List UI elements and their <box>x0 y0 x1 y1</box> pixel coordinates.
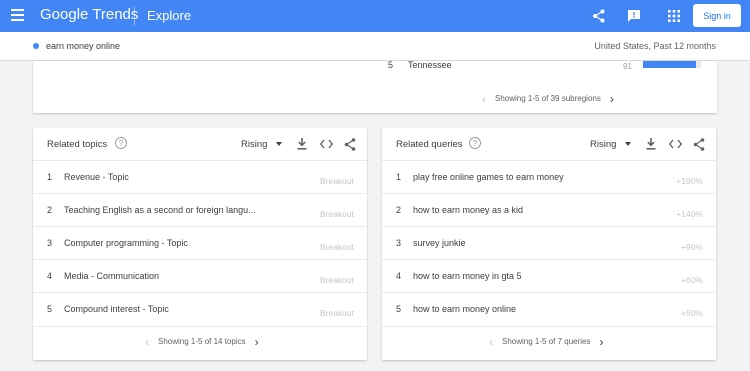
item-label[interactable]: how to earn money online <box>413 304 618 314</box>
filter-select[interactable]: Rising <box>241 139 267 150</box>
divider <box>382 326 716 327</box>
queries-pager: ‹ Showing 1-5 of 7 queries › <box>480 336 613 348</box>
header-divider <box>134 7 135 25</box>
item-value: Breakout <box>319 176 354 186</box>
share-icon[interactable] <box>590 7 608 25</box>
list-item[interactable]: 4 Media - Communication Breakout <box>33 259 367 292</box>
top-app-bar: Google Trends Explore Sign in <box>0 0 750 32</box>
search-term[interactable]: earn money online <box>46 41 120 51</box>
item-value: +50% <box>681 308 703 318</box>
prev-page-icon[interactable]: ‹ <box>480 336 502 348</box>
item-rank: 2 <box>47 205 53 215</box>
menu-icon[interactable] <box>11 9 24 21</box>
help-icon[interactable]: ? <box>469 137 481 149</box>
dropdown-caret-icon[interactable] <box>276 142 282 146</box>
topics-pager-label: Showing 1-5 of 14 topics <box>158 337 246 346</box>
card-header: Related topics ? Rising <box>33 128 367 160</box>
list-item[interactable]: 4 how to earn money in gta 5 +60% <box>382 259 716 292</box>
item-label[interactable]: Computer programming - Topic <box>64 238 269 248</box>
item-value: +90% <box>681 242 703 252</box>
item-rank: 1 <box>47 172 53 182</box>
help-icon[interactable]: ? <box>115 137 127 149</box>
subregion-pager: ‹ Showing 1-5 of 39 subregions › <box>473 93 623 105</box>
item-value: +190% <box>676 176 703 186</box>
search-term-bar: earn money online United States, Past 12… <box>0 32 750 61</box>
share-icon[interactable] <box>692 137 706 151</box>
item-label[interactable]: play free online games to earn money <box>413 172 618 182</box>
item-label[interactable]: how to earn money in gta 5 <box>413 271 618 281</box>
download-icon[interactable] <box>295 137 309 151</box>
list-item[interactable]: 2 Teaching English as a second or foreign… <box>33 193 367 226</box>
related-queries-card: Related queries ? Rising 1 play free onli… <box>382 128 716 360</box>
embed-code-icon[interactable] <box>668 137 682 151</box>
subregion-value: 91 <box>623 62 632 71</box>
item-label[interactable]: Teaching English as a second or foreign … <box>64 205 269 215</box>
apps-icon[interactable] <box>665 7 683 25</box>
list-item[interactable]: 1 play free online games to earn money +19… <box>382 160 716 193</box>
embed-code-icon[interactable] <box>319 137 333 151</box>
related-topics-card: Related topics ? Rising 1 Revenue - Topic… <box>33 128 367 360</box>
item-rank: 3 <box>47 238 53 248</box>
item-value: Breakout <box>319 275 354 285</box>
item-label[interactable]: Revenue - Topic <box>64 172 269 182</box>
filter-select[interactable]: Rising <box>590 139 616 150</box>
list-item[interactable]: 3 Computer programming - Topic Breakout <box>33 226 367 259</box>
queries-pager-label: Showing 1-5 of 7 queries <box>502 337 591 346</box>
card-header: Related queries ? Rising <box>382 128 716 160</box>
list-item[interactable]: 1 Revenue - Topic Breakout <box>33 160 367 193</box>
item-value: Breakout <box>319 242 354 252</box>
item-label[interactable]: how to earn money as a kid <box>413 205 618 215</box>
item-value: Breakout <box>319 308 354 318</box>
item-rank: 3 <box>396 238 402 248</box>
item-label[interactable]: survey junkie <box>413 238 618 248</box>
dropdown-caret-icon[interactable] <box>625 142 631 146</box>
sign-in-button[interactable]: Sign in <box>693 4 741 27</box>
list-item[interactable]: 2 how to earn money as a kid +140% <box>382 193 716 226</box>
list-item[interactable]: 5 how to earn money online +50% <box>382 292 716 325</box>
next-page-icon[interactable]: › <box>591 336 613 348</box>
card-title: Related topics <box>47 139 108 150</box>
list-item[interactable]: 5 Compound interest - Topic Breakout <box>33 292 367 325</box>
item-value: +60% <box>681 275 703 285</box>
item-label[interactable]: Compound interest - Topic <box>64 304 269 314</box>
topics-list: 1 Revenue - Topic Breakout 2 Teaching Engli… <box>33 160 367 325</box>
queries-list: 1 play free online games to earn money +19… <box>382 160 716 325</box>
brand-logo[interactable]: Google Trends <box>40 6 138 23</box>
subregion-name[interactable]: Tennessee <box>408 61 452 70</box>
item-value: +140% <box>676 209 703 219</box>
item-rank: 5 <box>47 304 53 314</box>
topics-pager: ‹ Showing 1-5 of 14 topics › <box>136 336 268 348</box>
card-title: Related queries <box>396 139 463 150</box>
prev-page-icon[interactable]: ‹ <box>473 93 495 105</box>
term-color-dot <box>33 43 39 49</box>
share-icon[interactable] <box>343 137 357 151</box>
item-rank: 2 <box>396 205 402 215</box>
subregion-card: 5 Tennessee 91 ‹ Showing 1-5 of 39 subre… <box>33 61 717 113</box>
subregion-rank: 5 <box>388 61 394 70</box>
list-item[interactable]: 3 survey junkie +90% <box>382 226 716 259</box>
subregion-bar-fill <box>643 61 696 68</box>
item-label[interactable]: Media - Communication <box>64 271 269 281</box>
feedback-icon[interactable] <box>625 7 643 25</box>
item-rank: 1 <box>396 172 402 182</box>
divider <box>33 326 367 327</box>
subregion-pager-label: Showing 1-5 of 39 subregions <box>495 94 601 103</box>
prev-page-icon[interactable]: ‹ <box>136 336 158 348</box>
item-rank: 5 <box>396 304 402 314</box>
item-rank: 4 <box>396 271 402 281</box>
page-title: Explore <box>147 8 192 23</box>
next-page-icon[interactable]: › <box>601 93 623 105</box>
item-rank: 4 <box>47 271 53 281</box>
subregion-bar-track <box>643 61 701 68</box>
search-scope: United States, Past 12 months <box>594 41 716 51</box>
item-value: Breakout <box>319 209 354 219</box>
next-page-icon[interactable]: › <box>246 336 268 348</box>
download-icon[interactable] <box>644 137 658 151</box>
